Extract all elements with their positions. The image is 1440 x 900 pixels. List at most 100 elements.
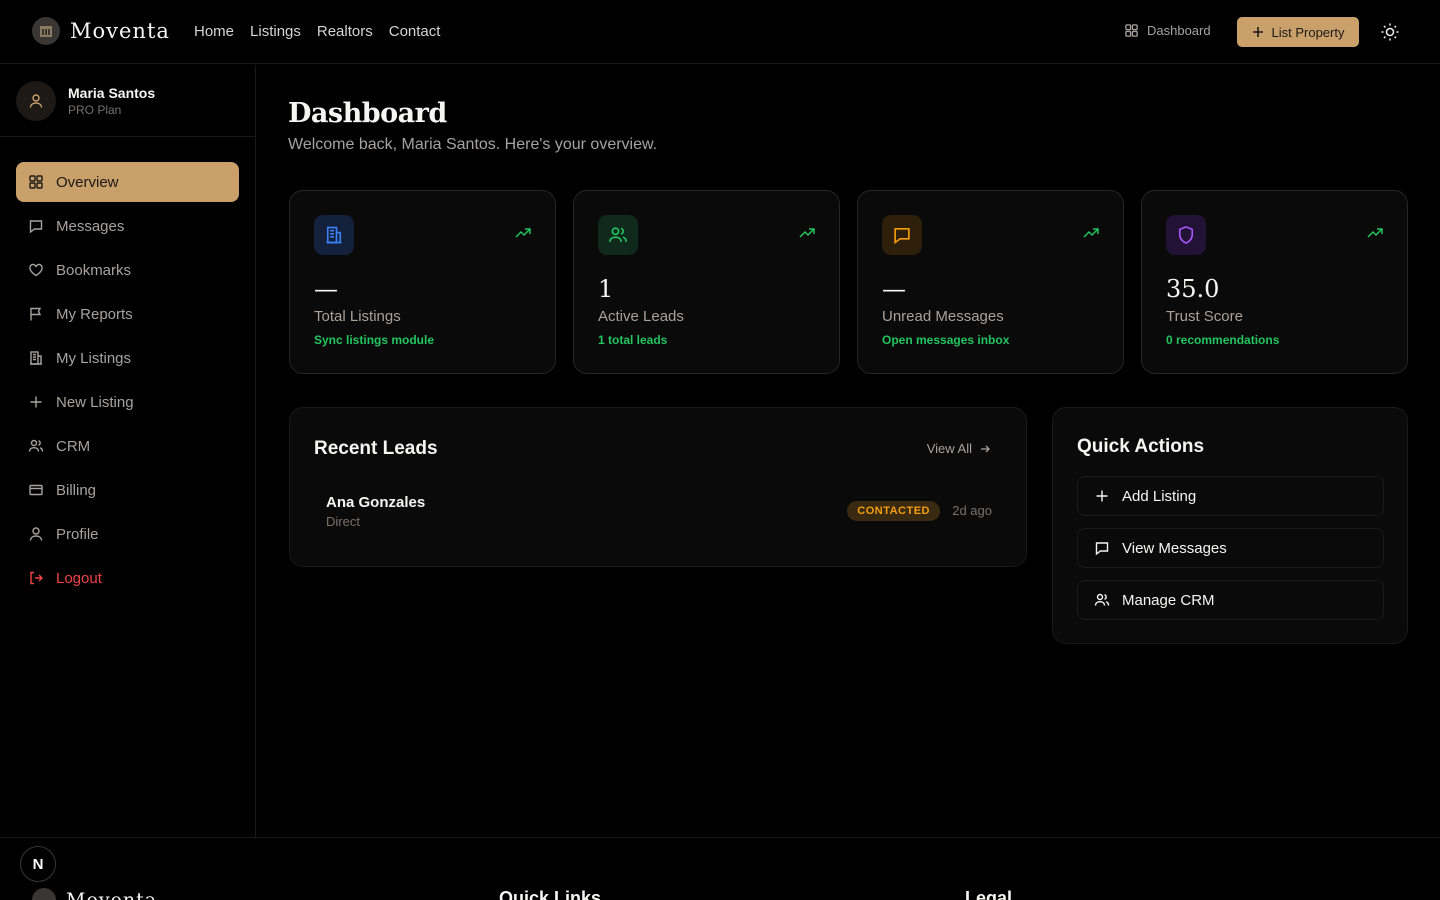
sidebar-item-my-reports[interactable]: My Reports xyxy=(16,294,239,334)
sidebar-menu: Overview Messages Bookmarks My Reports M… xyxy=(16,162,239,602)
grid-icon xyxy=(29,175,43,189)
quick-actions-title: Quick Actions xyxy=(1077,436,1205,457)
stat-hint: 0 recommendations xyxy=(1166,333,1280,347)
sidebar-item-label: CRM xyxy=(56,437,91,455)
stat-card-active-leads: 1 Active Leads 1 total leads xyxy=(573,190,840,374)
page-subtitle: Welcome back, Maria Santos. Here's your … xyxy=(288,136,658,153)
quick-action-label: View Messages xyxy=(1122,539,1227,557)
stat-hint: 1 total leads xyxy=(598,333,668,347)
sidebar-item-label: Bookmarks xyxy=(56,261,132,279)
quick-action-label: Add Listing xyxy=(1122,487,1197,505)
users-icon xyxy=(28,439,44,452)
stat-label: Trust Score xyxy=(1166,308,1243,325)
brand-name: Moventa xyxy=(70,19,170,43)
user-icon xyxy=(29,527,43,541)
flag-icon xyxy=(30,307,42,321)
credit-card-icon xyxy=(29,484,43,496)
recent-leads-title: Recent Leads xyxy=(314,438,438,459)
theme-toggle-sun-icon[interactable] xyxy=(1380,22,1400,42)
user-icon xyxy=(29,93,43,108)
manage-crm-button[interactable]: Manage CRM xyxy=(1077,580,1384,620)
quick-action-label: Manage CRM xyxy=(1122,591,1215,609)
trending-up-icon xyxy=(1083,228,1099,238)
recent-leads-panel: Recent Leads View All Ana Gonzales Direc… xyxy=(289,407,1027,567)
sidebar-item-label: Billing xyxy=(56,481,97,499)
dashboard-link[interactable]: Dashboard xyxy=(1124,23,1211,38)
arrow-right-icon xyxy=(981,445,990,452)
footer: N Moventa Quick Links Legal xyxy=(0,837,1440,900)
view-messages-button[interactable]: View Messages xyxy=(1077,528,1384,568)
sidebar-item-crm[interactable]: CRM xyxy=(16,426,239,466)
footer-brand-name: Moventa xyxy=(66,889,158,900)
add-listing-button[interactable]: Add Listing xyxy=(1077,476,1384,516)
user-name: Maria Santos xyxy=(68,84,156,101)
sidebar-item-label: Profile xyxy=(56,525,99,543)
user-plan: PRO Plan xyxy=(68,102,122,117)
building-icon xyxy=(30,351,42,365)
sidebar-item-billing[interactable]: Billing xyxy=(16,470,239,510)
stat-label: Active Leads xyxy=(598,308,684,325)
sidebar-item-profile[interactable]: Profile xyxy=(16,514,239,554)
trending-up-icon xyxy=(1367,228,1383,238)
user-card: Maria Santos PRO Plan xyxy=(0,65,255,137)
nav-home[interactable]: Home xyxy=(194,23,234,40)
stat-hint: Sync listings module xyxy=(314,333,435,347)
stat-card-trust-score: 35.0 Trust Score 0 recommendations xyxy=(1141,190,1408,374)
footer-brand[interactable]: Moventa xyxy=(32,888,157,900)
view-all-label: View All xyxy=(926,441,972,456)
logout-icon xyxy=(30,571,43,585)
plus-icon xyxy=(30,396,42,408)
sidebar-item-logout[interactable]: Logout xyxy=(16,558,239,598)
sidebar-item-overview[interactable]: Overview xyxy=(16,162,239,202)
status-badge: CONTACTED xyxy=(847,501,940,521)
top-navbar: Moventa Home Listings Realtors Contact D… xyxy=(0,0,1440,64)
trending-up-icon xyxy=(515,228,531,238)
message-icon xyxy=(29,220,43,234)
logo-emblem-icon xyxy=(32,17,60,45)
sidebar-item-bookmarks[interactable]: Bookmarks xyxy=(16,250,239,290)
plus-icon xyxy=(1096,490,1108,502)
stat-card-unread-messages: — Unread Messages Open messages inbox xyxy=(857,190,1124,374)
footer-legal-heading: Legal xyxy=(965,888,1013,900)
main-nav: Home Listings Realtors Contact xyxy=(194,23,440,40)
dev-tools-badge[interactable]: N xyxy=(20,846,56,882)
plus-icon xyxy=(1252,27,1263,37)
shield-icon xyxy=(1166,215,1206,255)
sidebar-item-messages[interactable]: Messages xyxy=(16,206,239,246)
list-property-label: List Property xyxy=(1271,24,1345,40)
building-icon xyxy=(314,215,354,255)
message-icon xyxy=(882,215,922,255)
logo-emblem-icon xyxy=(32,888,56,900)
nav-realtors[interactable]: Realtors xyxy=(317,23,373,40)
stat-value: — xyxy=(314,275,338,303)
sidebar-item-label: My Reports xyxy=(56,305,133,323)
sidebar-item-label: Logout xyxy=(56,569,102,587)
grid-icon xyxy=(1125,24,1138,37)
sidebar-item-label: Messages xyxy=(56,217,125,235)
sidebar-item-label: New Listing xyxy=(56,393,134,411)
sidebar-item-my-listings[interactable]: My Listings xyxy=(16,338,239,378)
nav-listings[interactable]: Listings xyxy=(250,23,301,40)
list-property-button[interactable]: List Property xyxy=(1237,17,1359,47)
brand-logo[interactable]: Moventa xyxy=(32,17,170,45)
list-item[interactable]: Ana Gonzales Direct CONTACTED 2d ago xyxy=(326,494,992,534)
users-icon xyxy=(1094,593,1110,606)
footer-quick-links-heading: Quick Links xyxy=(499,888,602,900)
stat-label: Total Listings xyxy=(314,308,401,325)
stat-label: Unread Messages xyxy=(882,308,1004,325)
stat-hint: Open messages inbox xyxy=(882,333,1010,347)
page-title: Dashboard xyxy=(288,98,447,129)
view-all-link[interactable]: View All xyxy=(927,441,990,456)
dashboard-link-label: Dashboard xyxy=(1147,23,1211,38)
heart-icon xyxy=(29,263,43,277)
message-icon xyxy=(1095,542,1109,556)
sidebar-item-new-listing[interactable]: New Listing xyxy=(16,382,239,422)
nav-contact[interactable]: Contact xyxy=(389,23,441,40)
sidebar-item-label: My Listings xyxy=(56,349,132,367)
sidebar-item-label: Overview xyxy=(56,173,119,191)
stat-value: — xyxy=(882,275,906,303)
sidebar: Maria Santos PRO Plan Overview Messages … xyxy=(0,65,256,837)
stat-card-total-listings: — Total Listings Sync listings module xyxy=(289,190,556,374)
stat-value: 1 xyxy=(598,275,614,303)
avatar xyxy=(16,80,56,121)
